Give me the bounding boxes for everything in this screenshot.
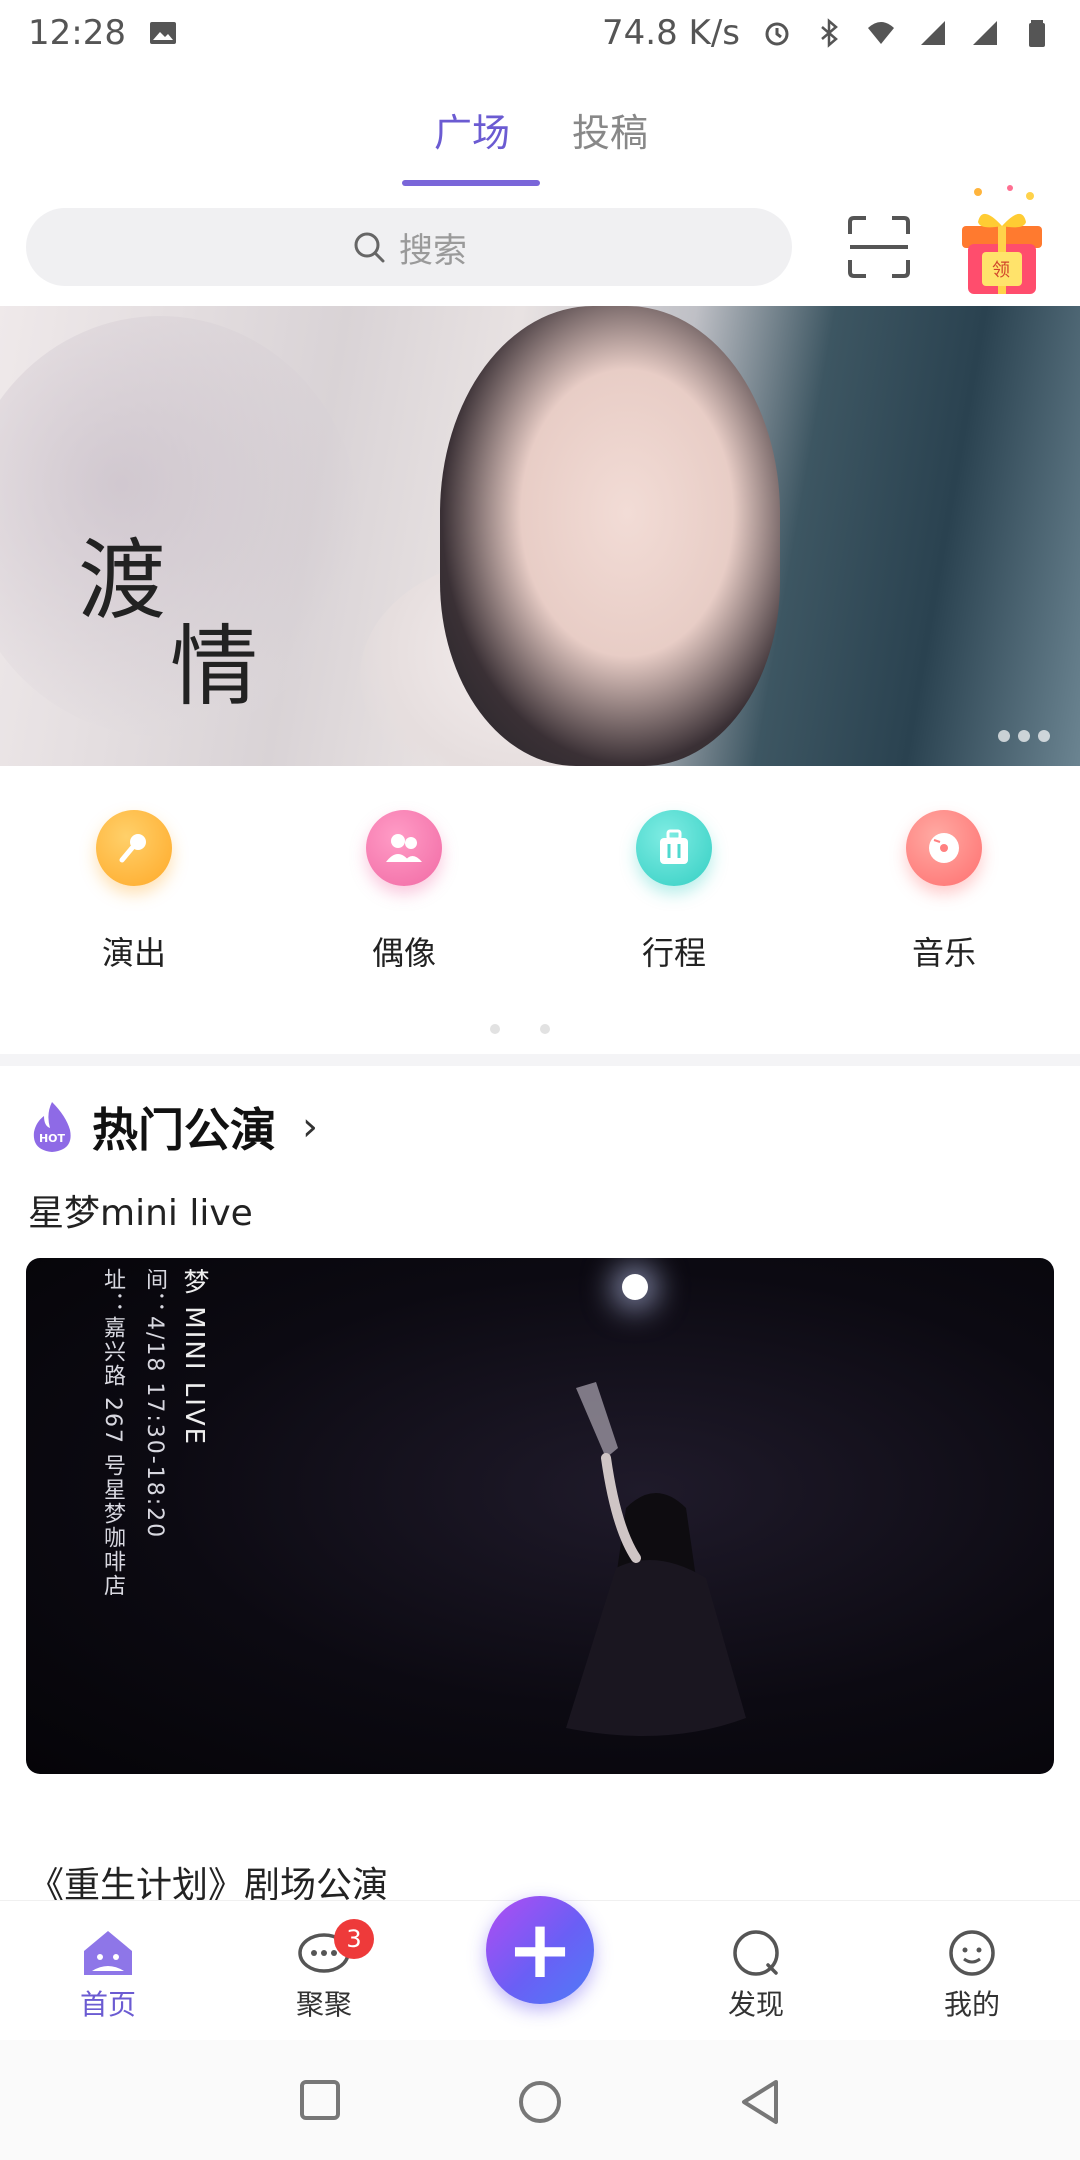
alarm-icon xyxy=(765,22,789,46)
poster-text-time: 间：4/18 17:30-18:20 xyxy=(142,1268,167,1540)
hot-section-title: 热门公演 xyxy=(92,1103,276,1157)
nav-discover[interactable]: 发现 xyxy=(696,1927,816,2023)
search-row: 搜索 领 xyxy=(26,185,1054,294)
performer-figure xyxy=(566,1382,746,1736)
poster-text-title: 梦 MINI LIVE xyxy=(179,1268,209,1447)
nav-home[interactable]: 首页 xyxy=(48,1927,168,2023)
search-icon xyxy=(354,232,385,263)
category-performance[interactable]: 演出 xyxy=(64,810,204,974)
back-icon[interactable] xyxy=(738,2078,782,2126)
performance-poster[interactable]: 址：嘉兴路 267 号星梦咖啡店 间：4/18 17:30-18:20 梦 MI… xyxy=(26,1258,1054,1774)
hot-flame-icon: HOT xyxy=(33,1102,71,1152)
recent-apps-icon[interactable] xyxy=(298,2078,342,2122)
home-button-icon[interactable] xyxy=(516,2078,564,2126)
category-label: 演出 xyxy=(101,934,166,972)
active-tab-indicator xyxy=(402,180,540,186)
bluetooth-icon xyxy=(821,18,838,48)
network-speed: 74.8 K/s xyxy=(602,13,740,53)
nav-label: 首页 xyxy=(79,1988,136,2021)
wifi-icon xyxy=(868,22,894,44)
home-icon xyxy=(84,1931,132,1975)
status-bar: 12:28 74.8 K/s xyxy=(0,0,1080,66)
tab-plaza[interactable]: 广场 xyxy=(434,102,510,157)
category-label: 音乐 xyxy=(911,934,976,972)
banner-page-indicator xyxy=(998,730,1050,742)
nav-label: 聚聚 xyxy=(295,1988,352,2021)
performance-title[interactable]: 星梦mini live xyxy=(28,1184,253,1236)
microphone-icon xyxy=(96,810,172,886)
search-input[interactable]: 搜索 xyxy=(26,208,792,286)
idol-icon xyxy=(366,810,442,886)
scan-icon[interactable] xyxy=(846,214,912,280)
category-row: 演出 偶像 行程 音乐 xyxy=(0,810,1080,990)
top-tabs: 广场 投稿 xyxy=(0,92,1080,192)
create-post-button[interactable]: + xyxy=(486,1896,594,2004)
profile-icon xyxy=(949,1930,995,1976)
signal-icon xyxy=(921,21,945,45)
category-music[interactable]: 音乐 xyxy=(874,810,1014,974)
nav-label: 我的 xyxy=(943,1988,1000,2021)
hot-badge-text: HOT xyxy=(39,1132,66,1145)
category-page-indicator xyxy=(490,1024,550,1034)
battery-icon xyxy=(1029,20,1045,47)
stage-spotlight xyxy=(622,1274,648,1300)
category-idol[interactable]: 偶像 xyxy=(334,810,474,974)
notification-badge: 3 xyxy=(334,1919,374,1959)
status-left: 12:28 xyxy=(28,13,178,53)
disc-icon xyxy=(906,810,982,886)
banner-text-line1: 渡 xyxy=(78,529,167,632)
luggage-icon xyxy=(636,810,712,886)
gift-icon[interactable]: 领 xyxy=(948,182,1056,300)
nav-profile[interactable]: 我的 xyxy=(912,1927,1032,2023)
banner-text-line2: 情 xyxy=(170,615,259,718)
category-schedule[interactable]: 行程 xyxy=(604,810,744,974)
tab-submit[interactable]: 投稿 xyxy=(572,102,648,157)
signal-icon xyxy=(973,21,997,45)
gift-label: 领 xyxy=(992,260,1010,281)
image-icon xyxy=(149,22,176,44)
category-label: 行程 xyxy=(641,934,706,972)
status-time: 12:28 xyxy=(28,13,126,53)
status-right: 74.8 K/s xyxy=(602,13,1052,53)
hot-section-header[interactable]: HOT 热门公演 › xyxy=(30,1092,318,1162)
banner-portrait xyxy=(440,306,780,766)
discover-icon xyxy=(733,1930,779,1976)
section-divider xyxy=(0,1054,1080,1066)
nav-gather[interactable]: 聚聚 3 xyxy=(264,1919,384,2023)
poster-text-address: 址：嘉兴路 267 号星梦咖啡店 xyxy=(100,1268,125,1598)
search-placeholder: 搜索 xyxy=(399,230,467,271)
chevron-right-icon: › xyxy=(302,1104,318,1150)
nav-label: 发现 xyxy=(727,1988,784,2021)
category-label: 偶像 xyxy=(371,934,436,972)
system-nav-bar xyxy=(0,2040,1080,2160)
